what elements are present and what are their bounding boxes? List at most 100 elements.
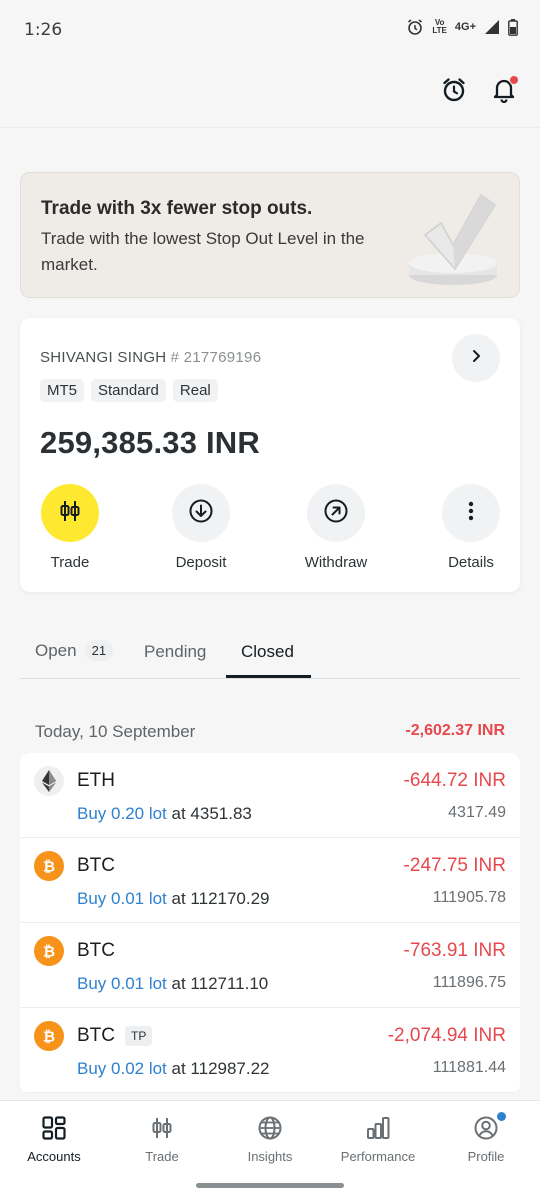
- trade-close-price: 111896.75: [432, 974, 506, 991]
- trade-row[interactable]: ETH Buy 0.20 lot at 4351.83 -644.72 INR …: [20, 753, 520, 838]
- take-profit-badge: TP: [125, 1026, 153, 1046]
- candlestick-icon: [57, 498, 83, 529]
- bitcoin-icon: ₿: [34, 851, 64, 881]
- nav-profile[interactable]: Profile: [436, 1112, 536, 1164]
- promo-text: Trade with the lowest Stop Out Level in …: [41, 229, 365, 274]
- trade-detail: Buy 0.01 lot at 112170.29: [77, 889, 270, 909]
- trade-close-price: 111905.78: [432, 889, 506, 906]
- deposit-action-circle[interactable]: [172, 484, 230, 542]
- profile-notification-dot: [497, 1112, 506, 1121]
- nav-performance-label: Performance: [340, 1149, 416, 1164]
- volte-icon: Vo LTE: [432, 18, 447, 35]
- tab-open-count: 21: [84, 640, 114, 661]
- trade-symbol: BTC TP: [77, 1025, 153, 1047]
- trade-profit-loss: -247.75 INR: [403, 855, 506, 876]
- globe-icon: [220, 1113, 320, 1143]
- details-action-circle[interactable]: [442, 484, 500, 542]
- tab-pending[interactable]: Pending: [144, 642, 206, 662]
- network-type: 4G+: [454, 21, 476, 33]
- trade-side: Buy 0.01 lot: [77, 974, 167, 993]
- account-holder: SHIVANGI SINGH # 217769196: [40, 349, 261, 366]
- trade-side: Buy 0.20 lot: [77, 804, 167, 823]
- svg-text:₿: ₿: [43, 858, 55, 876]
- nav-accounts[interactable]: Accounts: [4, 1113, 104, 1164]
- tab-open-label: Open: [35, 640, 77, 660]
- bitcoin-icon: ₿: [34, 936, 64, 966]
- trade-close-price: 111881.44: [432, 1059, 506, 1076]
- nav-insights[interactable]: Insights: [220, 1113, 320, 1164]
- tag-mode: Real: [172, 379, 218, 402]
- download-arrow-icon: [188, 498, 214, 529]
- notifications-button[interactable]: [486, 74, 522, 110]
- trade-open-price: at 4351.83: [171, 804, 252, 823]
- user-circle-icon: [436, 1112, 536, 1143]
- more-vertical-icon: [458, 498, 484, 529]
- tag-platform: MT5: [40, 379, 84, 402]
- account-name: SHIVANGI SINGH: [40, 349, 167, 366]
- trade-symbol: ETH: [77, 770, 115, 791]
- alarm-clock-button[interactable]: [436, 74, 472, 110]
- signal-icon: [484, 19, 500, 35]
- tab-closed-label: Closed: [241, 642, 294, 661]
- trade-symbol: BTC: [77, 940, 115, 961]
- details-action-button[interactable]: Details: [431, 484, 511, 571]
- deposit-action-label: Deposit: [175, 554, 227, 571]
- notification-dot: [509, 75, 519, 85]
- account-tags: MT5 Standard Real: [40, 379, 218, 402]
- candlestick-icon: [112, 1113, 212, 1143]
- withdraw-action-label: Withdraw: [304, 554, 368, 571]
- trade-detail: Buy 0.01 lot at 112711.10: [77, 974, 268, 994]
- tag-account-type: Standard: [91, 379, 166, 402]
- nav-performance[interactable]: Performance: [328, 1113, 428, 1164]
- bar-chart-icon: [328, 1113, 428, 1143]
- ethereum-icon: [34, 766, 64, 796]
- checkmark-illustration-icon: [403, 183, 503, 296]
- trade-row[interactable]: ₿ BTC Buy 0.01 lot at 112170.29 -247.75 …: [20, 838, 520, 923]
- positions-tabs: Open 21 Pending Closed: [20, 630, 520, 679]
- deposit-action-button[interactable]: Deposit: [161, 484, 241, 571]
- nav-profile-label: Profile: [467, 1149, 505, 1164]
- account-card: SHIVANGI SINGH # 217769196 MT5 Standard R…: [20, 318, 520, 592]
- home-indicator[interactable]: [196, 1183, 344, 1188]
- arrow-up-right-icon: [323, 498, 349, 529]
- account-number: # 217769196: [170, 349, 262, 366]
- day-total: -2,602.37 INR: [405, 722, 505, 739]
- alarm-status-icon: [406, 18, 424, 36]
- trade-open-price: at 112987.22: [171, 1059, 270, 1078]
- bitcoin-icon: ₿: [34, 1021, 64, 1051]
- day-header: Today, 10 September -2,602.37 INR: [35, 720, 505, 744]
- tab-open[interactable]: Open 21: [35, 640, 114, 661]
- withdraw-action-circle[interactable]: [307, 484, 365, 542]
- svg-text:₿: ₿: [43, 943, 55, 961]
- withdraw-action-button[interactable]: Withdraw: [296, 484, 376, 571]
- active-tab-indicator: [226, 675, 311, 678]
- tab-closed[interactable]: Closed: [241, 642, 294, 662]
- promo-title: Trade with 3x fewer stop outs.: [41, 198, 313, 219]
- nav-trade[interactable]: Trade: [112, 1113, 212, 1164]
- promo-banner[interactable]: Trade with 3x fewer stop outs. Trade wit…: [20, 172, 520, 298]
- account-open-button[interactable]: [452, 334, 500, 382]
- top-bar: [0, 60, 540, 128]
- trade-profit-loss: -2,074.94 INR: [387, 1025, 506, 1046]
- trade-action-circle[interactable]: [41, 484, 99, 542]
- status-icons: Vo LTE 4G+: [406, 18, 518, 36]
- tab-pending-label: Pending: [144, 642, 207, 661]
- trade-row[interactable]: ₿ BTC TP Buy 0.02 lot at 112987.22 -2,074…: [20, 1008, 520, 1093]
- trade-close-price: 4317.49: [448, 804, 506, 821]
- trade-profit-loss: -763.91 INR: [403, 940, 506, 961]
- trade-row[interactable]: ₿ BTC Buy 0.01 lot at 112711.10 -763.91 …: [20, 923, 520, 1008]
- trade-action-button[interactable]: Trade: [30, 484, 110, 571]
- trade-symbol: BTC: [77, 855, 115, 876]
- battery-icon: [508, 18, 518, 36]
- svg-text:₿: ₿: [43, 1028, 55, 1046]
- trade-side: Buy 0.02 lot: [77, 1059, 167, 1078]
- nav-insights-label: Insights: [247, 1149, 293, 1164]
- trade-profit-loss: -644.72 INR: [403, 770, 506, 791]
- alarm-clock-icon: [441, 77, 467, 108]
- trade-open-price: at 112711.10: [171, 974, 269, 993]
- day-label: Today, 10 September: [35, 722, 196, 741]
- trade-detail: Buy 0.20 lot at 4351.83: [77, 804, 252, 824]
- trade-open-price: at 112170.29: [171, 889, 270, 908]
- nav-accounts-label: Accounts: [27, 1149, 81, 1164]
- account-balance: 259,385.33 INR: [40, 425, 260, 460]
